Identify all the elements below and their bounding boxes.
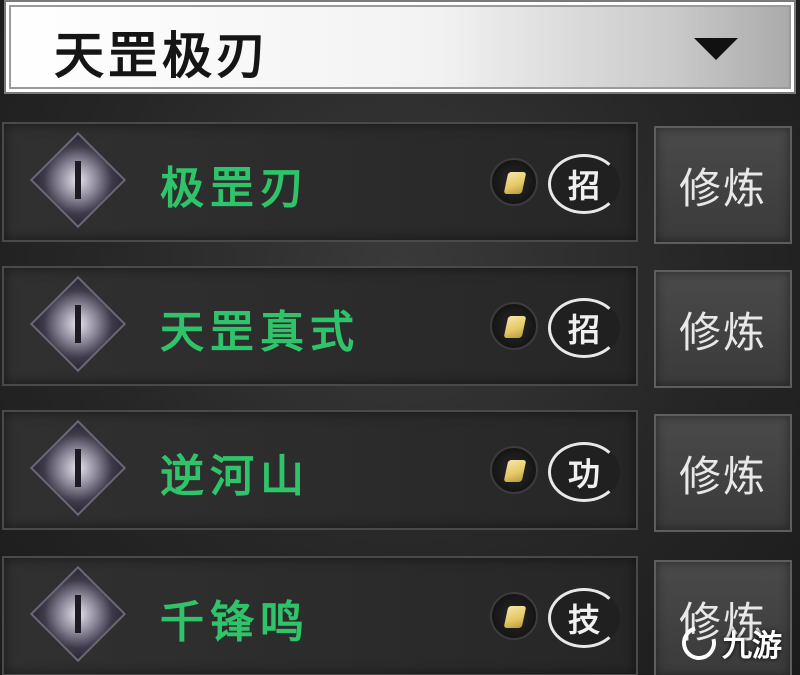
- dropdown-caret-icon[interactable]: [694, 38, 738, 60]
- skill-type-badge: 招: [548, 154, 620, 214]
- skill-icon: [29, 131, 127, 229]
- skill-panel[interactable]: 逆河山 功: [2, 410, 638, 530]
- skill-row: 极罡刃 招 修炼: [0, 122, 800, 246]
- skill-icon: [29, 419, 127, 517]
- train-button[interactable]: 修炼: [654, 126, 792, 244]
- skill-type-badge: 功: [548, 442, 620, 502]
- category-title: 天罡极刃: [54, 26, 270, 85]
- skill-name: 天罡真式: [160, 307, 360, 358]
- skill-row: 千锋鸣 技 修炼: [0, 556, 800, 675]
- gold-coin-icon: [490, 302, 538, 350]
- train-button[interactable]: 修炼: [654, 270, 792, 388]
- gold-coin-icon: [490, 446, 538, 494]
- skill-name: 千锋鸣: [160, 597, 310, 648]
- skill-row: 逆河山 功 修炼: [0, 410, 800, 534]
- watermark-logo-icon: [675, 619, 723, 667]
- gold-coin-icon: [490, 158, 538, 206]
- skill-icon: [29, 275, 127, 373]
- skill-type-badge: 招: [548, 298, 620, 358]
- skill-name: 逆河山: [160, 451, 310, 502]
- train-button[interactable]: 修炼: [654, 414, 792, 532]
- skill-row: 天罡真式 招 修炼: [0, 266, 800, 390]
- watermark-text: 九游: [722, 629, 782, 664]
- skill-panel[interactable]: 天罡真式 招: [2, 266, 638, 386]
- watermark: 九游: [675, 619, 782, 667]
- skill-type-badge: 技: [548, 588, 620, 648]
- skill-name: 极罡刃: [160, 163, 310, 214]
- category-dropdown[interactable]: 天罡极刃: [4, 0, 796, 94]
- skill-icon: [29, 565, 127, 663]
- skill-panel[interactable]: 千锋鸣 技: [2, 556, 638, 675]
- skill-panel[interactable]: 极罡刃 招: [2, 122, 638, 242]
- gold-coin-icon: [490, 592, 538, 640]
